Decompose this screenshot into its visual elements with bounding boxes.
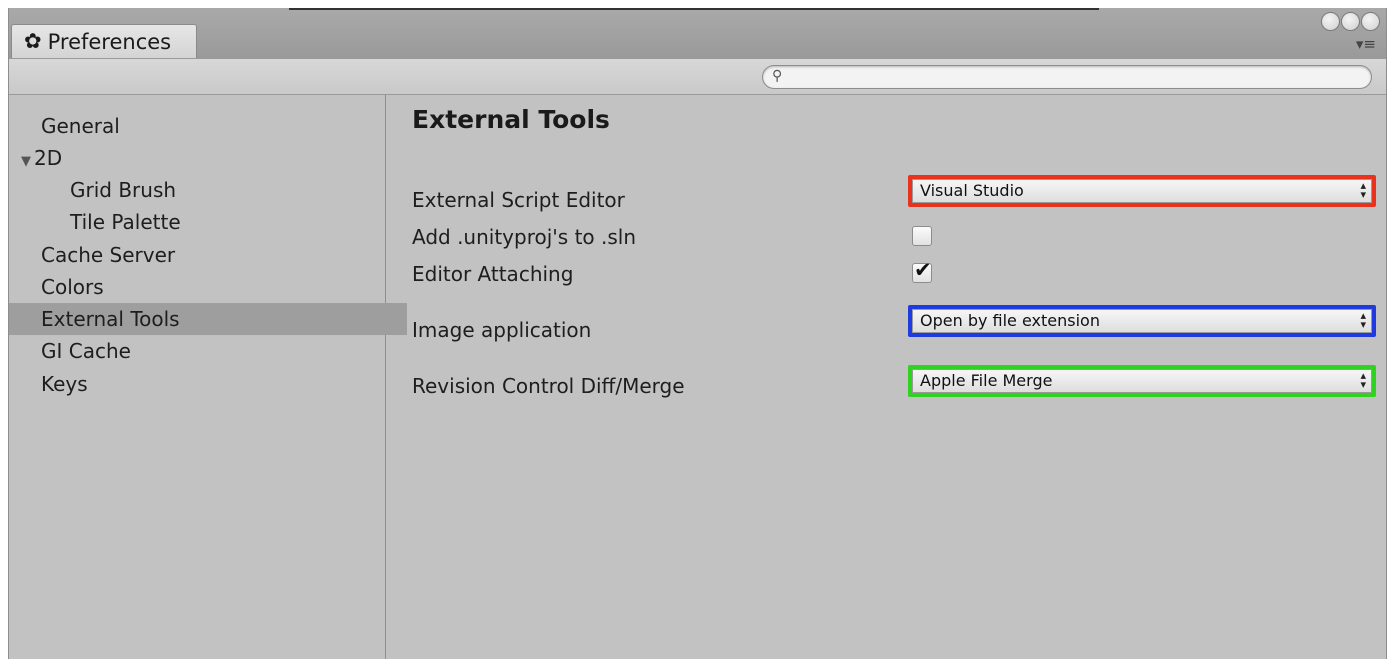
revision-control-dropdown[interactable]: Apple File Merge ▴ ▾ [908, 365, 1376, 397]
toolbar: ⚲ [9, 58, 1386, 95]
dropdown-selected-value: Apple File Merge [920, 371, 1053, 390]
sidebar-item-label: GI Cache [41, 339, 131, 363]
sidebar: General ▼ 2D Grid Brush Tile Palette Cach… [9, 95, 407, 659]
editor-attaching-label: Editor Attaching [412, 262, 574, 286]
top-divider [289, 8, 1099, 10]
sidebar-item-grid-brush[interactable]: Grid Brush [9, 174, 436, 206]
sidebar-item-label: External Tools [41, 307, 180, 331]
add-unityproj-label: Add .unityproj's to .sln [412, 225, 637, 249]
page-title: External Tools [412, 105, 610, 134]
sidebar-item-label: 2D [34, 146, 63, 170]
sidebar-item-label: General [41, 114, 120, 138]
dropdown-selected-value: Visual Studio [920, 181, 1024, 200]
minimize-button[interactable] [1341, 12, 1360, 31]
sidebar-item-label: Keys [41, 372, 88, 396]
dropdown-arrows-icon: ▴ ▾ [1360, 309, 1366, 331]
dropdown-arrows-icon: ▴ ▾ [1360, 179, 1366, 201]
image-application-label: Image application [412, 318, 592, 342]
dropdown-arrows-icon: ▴ ▾ [1360, 369, 1366, 391]
sidebar-item-cache-server[interactable]: Cache Server [9, 239, 407, 271]
settings-panel: External Tools External Script Editor Vi… [387, 95, 1386, 659]
external-script-editor-dropdown[interactable]: Visual Studio ▴ ▾ [908, 175, 1376, 207]
search-icon: ⚲ [772, 68, 783, 84]
sidebar-item-label: Colors [41, 275, 104, 299]
expand-triangle-icon[interactable]: ▼ [21, 154, 31, 169]
sidebar-item-tile-palette[interactable]: Tile Palette [9, 206, 436, 238]
sidebar-item-label: Tile Palette [70, 210, 181, 234]
search-field[interactable]: ⚲ [762, 65, 1372, 89]
image-application-dropdown[interactable]: Open by file extension ▴ ▾ [908, 305, 1376, 337]
add-unityproj-checkbox[interactable] [912, 226, 932, 246]
dropdown-value: Open by file extension [912, 309, 1372, 333]
dropdown-value: Apple File Merge [912, 369, 1372, 393]
sidebar-item-gi-cache[interactable]: GI Cache [9, 335, 407, 367]
tab-label: Preferences [47, 29, 172, 54]
editor-attaching-checkbox[interactable]: ✔ [912, 258, 932, 283]
preferences-window: ✿ Preferences ▾≡ ⚲ General ▼ 2D Grid Brus… [8, 8, 1387, 659]
gear-icon: ✿ [24, 29, 42, 53]
dropdown-selected-value: Open by file extension [920, 311, 1100, 330]
sidebar-item-label: Cache Server [41, 243, 176, 267]
menu-icon[interactable]: ▾≡ [1356, 35, 1376, 53]
sidebar-item-colors[interactable]: Colors [9, 271, 407, 303]
search-input[interactable] [791, 67, 1355, 88]
sidebar-item-keys[interactable]: Keys [9, 368, 407, 400]
sidebar-item-general[interactable]: General [9, 110, 407, 142]
tab-preferences[interactable]: ✿ Preferences [11, 24, 197, 58]
title-bar: ✿ Preferences ▾≡ [9, 8, 1386, 58]
sidebar-item-external-tools[interactable]: External Tools [9, 303, 407, 335]
zoom-button[interactable] [1361, 12, 1380, 31]
sidebar-item-2d[interactable]: ▼ 2D [9, 142, 387, 174]
window-controls [1321, 12, 1380, 31]
revision-control-label: Revision Control Diff/Merge [412, 374, 685, 398]
close-button[interactable] [1321, 12, 1340, 31]
sidebar-item-label: Grid Brush [70, 178, 177, 202]
dropdown-value: Visual Studio [912, 179, 1372, 203]
external-script-editor-label: External Script Editor [412, 188, 625, 212]
checkmark-icon: ✔ [914, 258, 932, 282]
